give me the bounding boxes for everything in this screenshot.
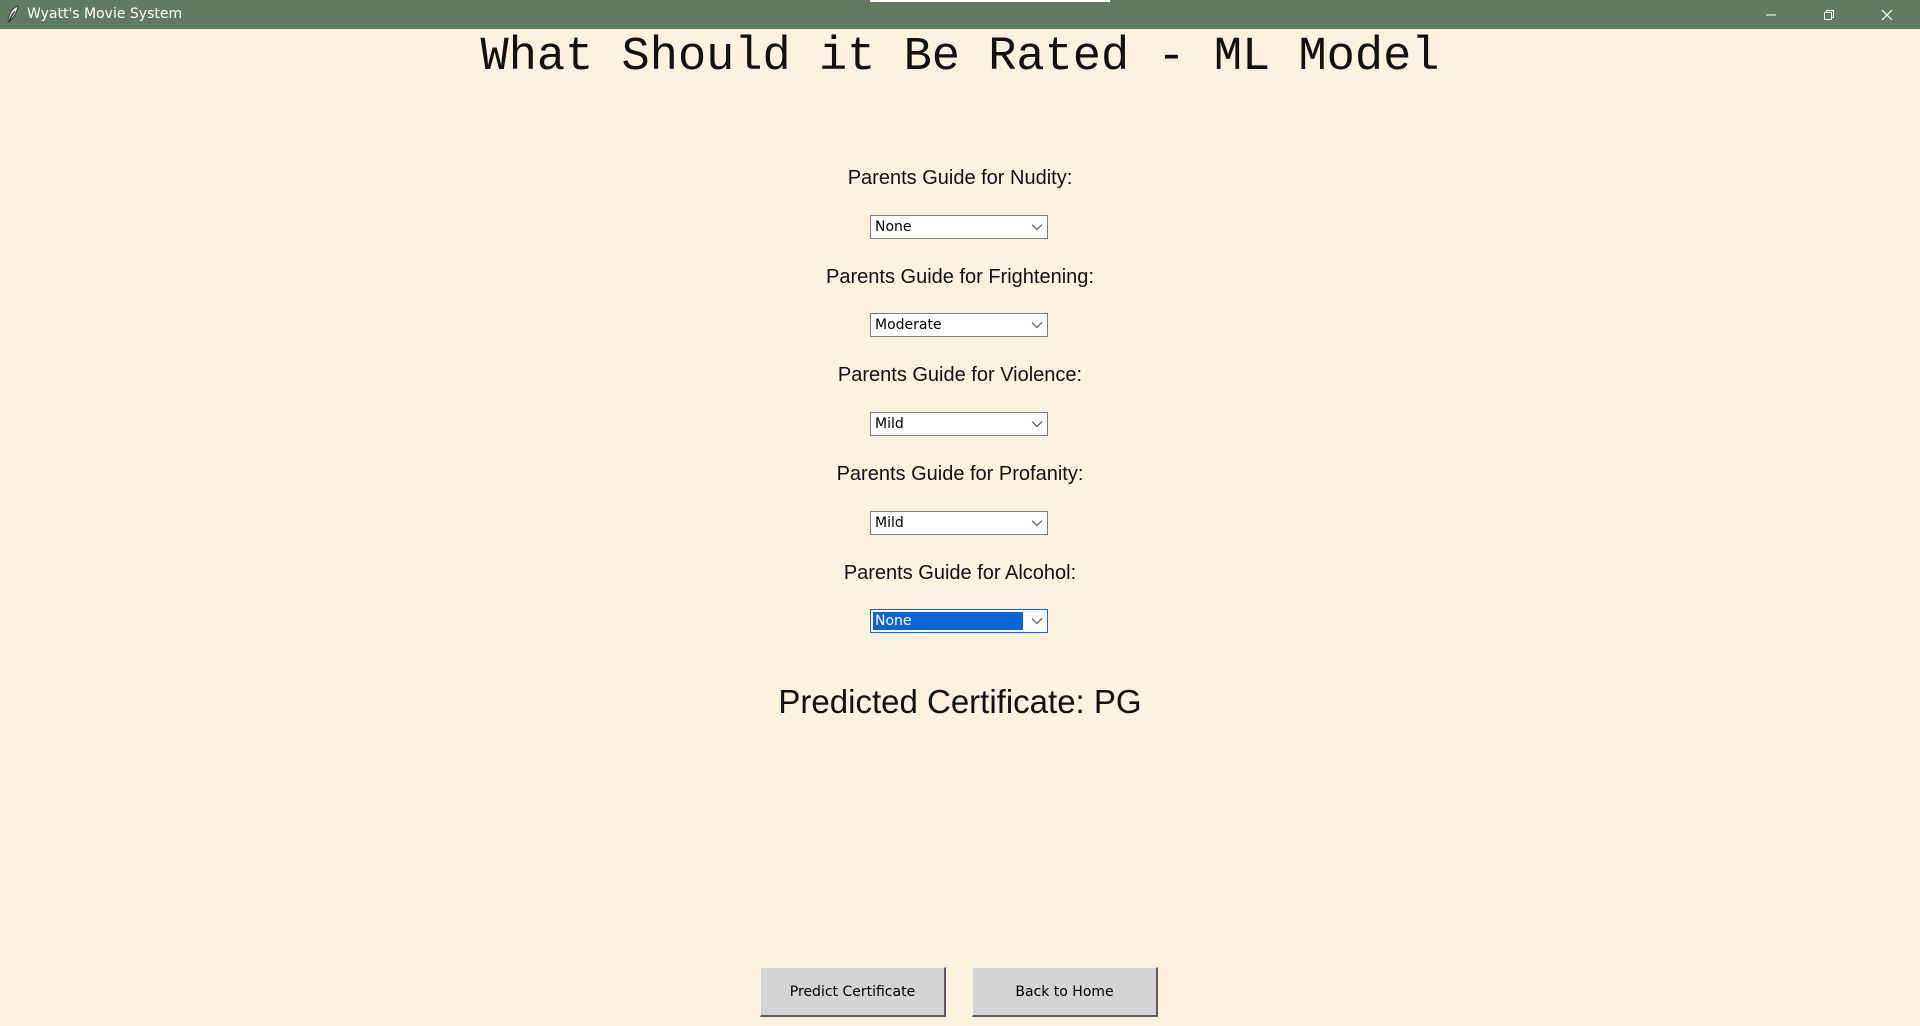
chevron-down-icon[interactable] <box>1031 420 1043 428</box>
predict-certificate-button[interactable]: Predict Certificate <box>760 967 946 1017</box>
title-bar: Wyatt's Movie System <box>0 0 1920 29</box>
minimize-button[interactable] <box>1742 0 1800 29</box>
minimize-icon <box>1766 14 1776 15</box>
feather-icon <box>7 5 19 23</box>
profanity-label: Parents Guide for Profanity: <box>836 463 1084 485</box>
restore-button[interactable] <box>1800 0 1858 29</box>
frightening-label: Parents Guide for Frightening: <box>826 266 1094 288</box>
nudity-label: Parents Guide for Nudity: <box>847 167 1073 189</box>
window-title: Wyatt's Movie System <box>27 6 183 22</box>
chevron-down-icon[interactable] <box>1031 519 1043 527</box>
nudity-select[interactable]: None <box>870 215 1048 239</box>
nudity-select-value: None <box>875 219 912 235</box>
profanity-select-value: Mild <box>875 515 904 531</box>
predicted-certificate-text: Predicted Certificate: PG <box>778 683 1142 720</box>
violence-select-value: Mild <box>875 416 904 432</box>
violence-select[interactable]: Mild <box>870 412 1048 436</box>
alcohol-select[interactable]: None <box>870 609 1048 633</box>
close-button[interactable] <box>1858 0 1916 29</box>
titlebar-indicator <box>870 0 1110 2</box>
frightening-select-value: Moderate <box>875 317 942 333</box>
restore-icon <box>1824 9 1834 20</box>
chevron-down-icon[interactable] <box>1031 617 1043 625</box>
back-to-home-button[interactable]: Back to Home <box>972 967 1158 1017</box>
chevron-down-icon[interactable] <box>1031 223 1043 231</box>
frightening-select[interactable]: Moderate <box>870 313 1048 337</box>
alcohol-label: Parents Guide for Alcohol: <box>843 562 1077 584</box>
close-icon <box>1881 9 1893 20</box>
page-title: What Should it Be Rated - ML Model <box>480 31 1440 84</box>
violence-label: Parents Guide for Violence: <box>837 364 1083 386</box>
profanity-select[interactable]: Mild <box>870 511 1048 535</box>
alcohol-select-value: None <box>873 612 1023 630</box>
chevron-down-icon[interactable] <box>1031 321 1043 329</box>
